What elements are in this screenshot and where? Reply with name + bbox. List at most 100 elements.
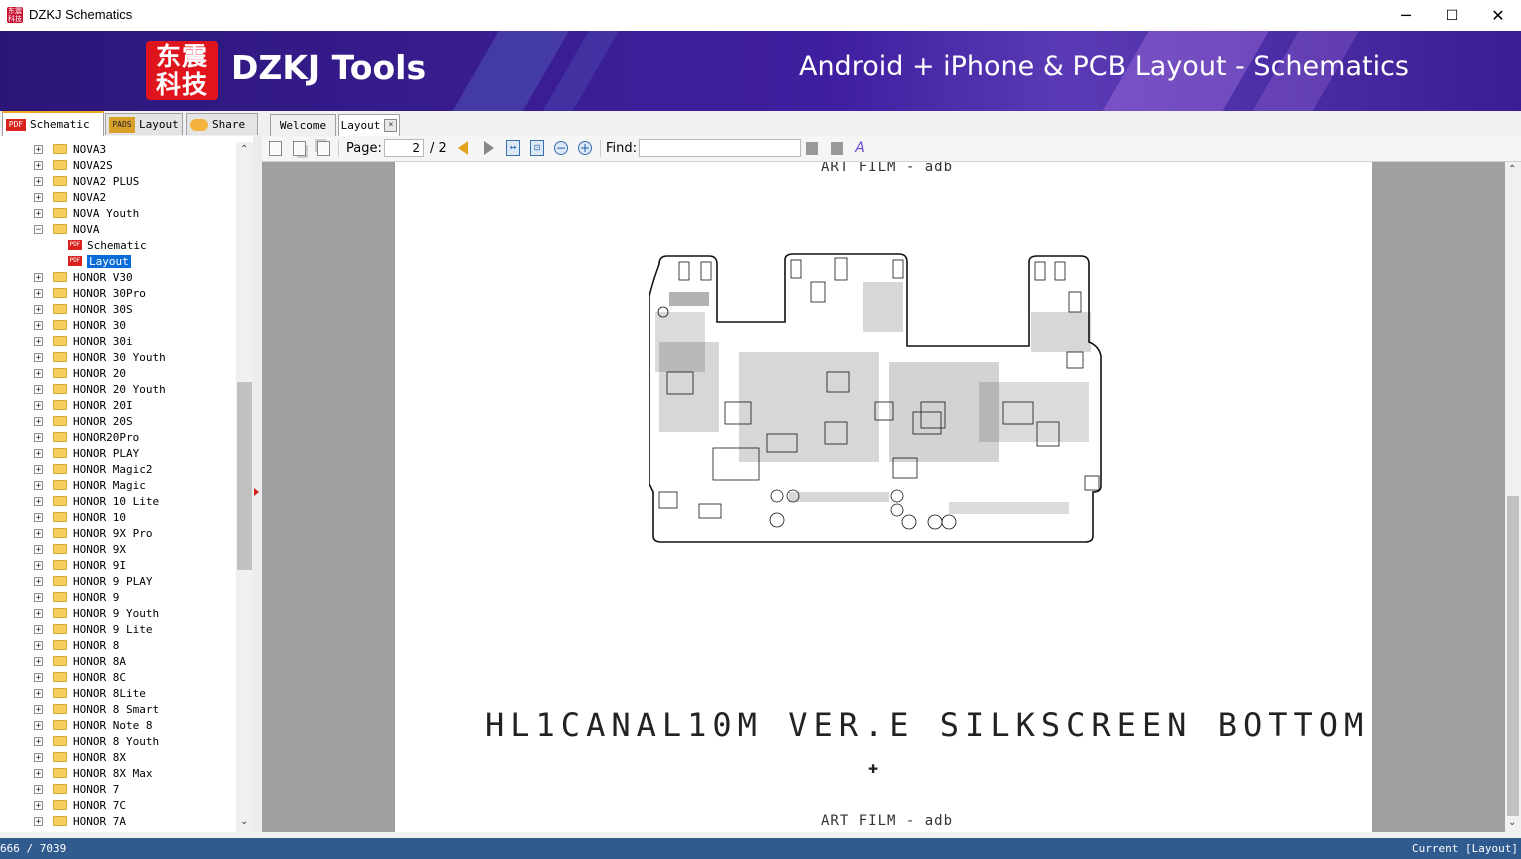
fit-page-icon[interactable]: ⊡ <box>529 140 545 156</box>
tree-folder-item[interactable]: + HONOR 7C <box>34 797 126 813</box>
tree-folder-item[interactable]: + NOVA Youth <box>34 205 139 221</box>
tree-folder-item[interactable]: + HONOR 20 <box>34 365 126 381</box>
viewer-scroll-thumb[interactable] <box>1507 496 1519 816</box>
collapse-arrow-icon[interactable] <box>254 488 259 496</box>
expand-icon[interactable]: + <box>34 400 43 410</box>
tree-folder-item[interactable]: + HONOR 9 PLAY <box>34 573 152 589</box>
tree-folder-item[interactable]: + HONOR 30Pro <box>34 285 146 301</box>
tree-folder-item[interactable]: + NOVA2 <box>34 189 106 205</box>
expand-icon[interactable]: + <box>34 704 43 714</box>
viewer-scroll-down-icon[interactable]: ⌄ <box>1508 817 1516 828</box>
expand-icon[interactable]: + <box>34 176 43 186</box>
expand-icon[interactable]: + <box>34 752 43 762</box>
open-file-icon[interactable] <box>267 140 283 156</box>
expand-icon[interactable]: + <box>34 608 43 618</box>
viewer-scroll-up-icon[interactable]: ⌃ <box>1508 164 1516 175</box>
tab-schematic[interactable]: PDF Schematic <box>2 111 104 136</box>
tree-folder-item[interactable]: + HONOR 20S <box>34 413 133 429</box>
tree-folder-item[interactable]: + HONOR 8 Smart <box>34 701 159 717</box>
find-previous-icon[interactable] <box>804 140 820 156</box>
expand-icon[interactable]: + <box>34 272 43 282</box>
tree-folder-item[interactable]: + HONOR 8X Max <box>34 765 152 781</box>
tree-folder-item[interactable]: + HONOR 8 Youth <box>34 733 159 749</box>
tree-folder-item[interactable]: + HONOR 9 Lite <box>34 621 152 637</box>
expand-icon[interactable]: + <box>34 816 43 826</box>
expand-icon[interactable]: + <box>34 784 43 794</box>
find-input[interactable] <box>639 139 801 157</box>
expand-icon[interactable]: + <box>34 576 43 586</box>
tree-file-item[interactable]: PDF Layout <box>68 253 131 269</box>
expand-icon[interactable]: + <box>34 656 43 666</box>
tree-folder-item[interactable]: + HONOR V30 <box>34 269 133 285</box>
scroll-down-icon[interactable]: ⌄ <box>240 816 248 827</box>
tree-folder-item[interactable]: + HONOR 7 <box>34 781 119 797</box>
tree-folder-item[interactable]: + NOVA2S <box>34 157 113 173</box>
expand-icon[interactable]: + <box>34 432 43 442</box>
zoom-out-icon[interactable]: − <box>553 140 569 156</box>
tree-scroll-thumb[interactable] <box>237 382 252 570</box>
tree-folder-item[interactable]: + HONOR Magic <box>34 477 146 493</box>
tree-folder-item[interactable]: + HONOR 10 <box>34 509 126 525</box>
close-button[interactable]: ✕ <box>1475 0 1521 31</box>
tree-folder-item[interactable]: + HONOR 30 Youth <box>34 349 166 365</box>
tree-folder-item[interactable]: + HONOR 8 <box>34 637 119 653</box>
expand-icon[interactable]: + <box>34 512 43 522</box>
tree-folder-item[interactable]: + NOVA3 <box>34 141 106 157</box>
viewer-scrollbar[interactable]: ⌃ ⌄ <box>1505 162 1521 832</box>
expand-icon[interactable]: + <box>34 448 43 458</box>
expand-icon[interactable]: + <box>34 640 43 650</box>
tree-folder-item[interactable]: + HONOR 10 Lite <box>34 493 159 509</box>
expand-icon[interactable]: + <box>34 336 43 346</box>
expand-icon[interactable]: + <box>34 416 43 426</box>
tree-folder-item[interactable]: + HONOR 30i <box>34 333 133 349</box>
expand-icon[interactable]: + <box>34 672 43 682</box>
tab-layout-doc[interactable]: Layout × <box>338 114 400 136</box>
expand-icon[interactable]: + <box>34 352 43 362</box>
expand-icon[interactable]: + <box>34 800 43 810</box>
previous-page-icon[interactable] <box>455 140 471 156</box>
expand-icon[interactable]: + <box>34 192 43 202</box>
tree-folder-item[interactable]: + HONOR 9X <box>34 541 126 557</box>
tree-folder-item[interactable]: + HONOR 8C <box>34 669 126 685</box>
page-number-input[interactable] <box>384 139 424 157</box>
expand-icon[interactable]: + <box>34 528 43 538</box>
expand-icon[interactable]: + <box>34 464 43 474</box>
tree-folder-item[interactable]: + HONOR 8X <box>34 749 126 765</box>
minimize-button[interactable]: ─ <box>1383 0 1429 31</box>
highlight-text-icon[interactable]: A <box>852 140 868 156</box>
expand-icon[interactable]: + <box>34 736 43 746</box>
tree-folder-item[interactable]: + HONOR 9 <box>34 589 119 605</box>
expand-icon[interactable]: + <box>34 496 43 506</box>
expand-icon[interactable]: + <box>34 688 43 698</box>
collapse-icon[interactable]: − <box>34 224 43 234</box>
tree-folder-item[interactable]: + HONOR 30 <box>34 317 126 333</box>
expand-icon[interactable]: + <box>34 624 43 634</box>
maximize-button[interactable]: ☐ <box>1429 0 1475 31</box>
expand-icon[interactable]: + <box>34 768 43 778</box>
tree-folder-item[interactable]: + HONOR Magic2 <box>34 461 152 477</box>
zoom-in-icon[interactable]: + <box>577 140 593 156</box>
find-next-icon[interactable] <box>829 140 845 156</box>
document-viewer[interactable]: ART FILM - adb HL1CANAL10M VER.E SILKSCR… <box>262 162 1505 832</box>
expand-icon[interactable]: + <box>34 560 43 570</box>
expand-icon[interactable]: + <box>34 208 43 218</box>
tree-folder-item[interactable]: + HONOR20Pro <box>34 429 139 445</box>
tree-folder-item[interactable]: + HONOR 30S <box>34 301 133 317</box>
tree-folder-item[interactable]: − NOVA <box>34 221 100 237</box>
expand-icon[interactable]: + <box>34 592 43 602</box>
paste-icon[interactable] <box>315 140 331 156</box>
expand-icon[interactable]: + <box>34 368 43 378</box>
expand-icon[interactable]: + <box>34 144 43 154</box>
expand-icon[interactable]: + <box>34 544 43 554</box>
tree-folder-item[interactable]: + HONOR 9 Youth <box>34 605 159 621</box>
expand-icon[interactable]: + <box>34 304 43 314</box>
tree-folder-item[interactable]: + NOVA2 PLUS <box>34 173 139 189</box>
tree-folder-item[interactable]: + HONOR 20I <box>34 397 133 413</box>
expand-icon[interactable]: + <box>34 288 43 298</box>
copy-icon[interactable] <box>291 140 307 156</box>
expand-icon[interactable]: + <box>34 720 43 730</box>
tab-share[interactable]: Share <box>186 113 258 135</box>
panel-splitter[interactable] <box>253 136 262 832</box>
expand-icon[interactable]: + <box>34 480 43 490</box>
fit-width-icon[interactable]: ↔ <box>505 140 521 156</box>
